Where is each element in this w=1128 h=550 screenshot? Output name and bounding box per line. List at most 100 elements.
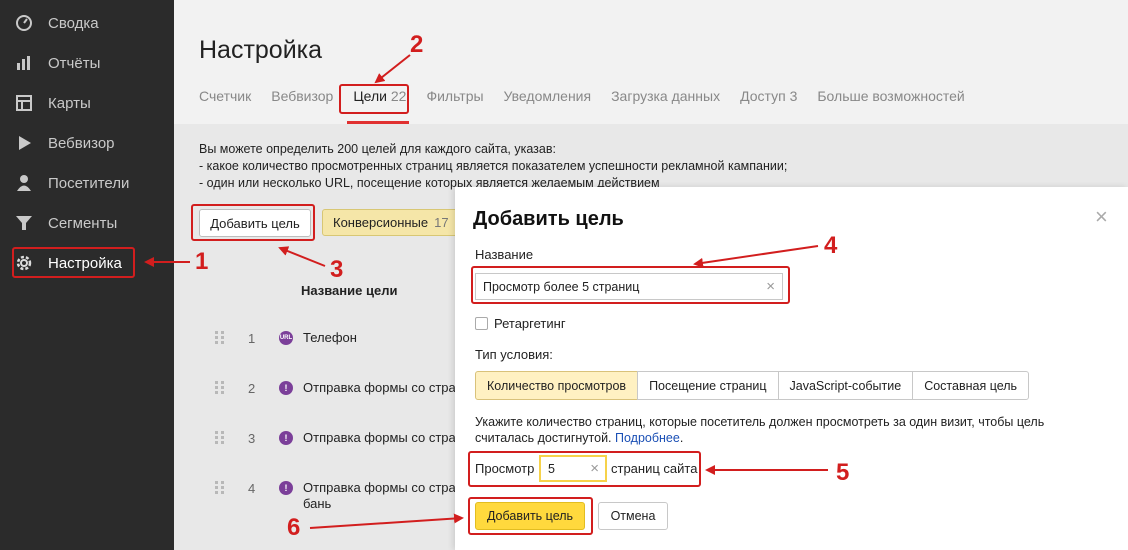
table-row[interactable]: 3 ! Отправка формы со страни <box>214 430 474 480</box>
sidebar-item-settings[interactable]: Настройка <box>14 248 122 278</box>
page-title: Настройка <box>199 36 323 64</box>
hint-end: . <box>679 431 684 445</box>
goal-name-input[interactable]: Просмотр более 5 страниц × <box>475 273 783 300</box>
tab-webvisor[interactable]: Вебвизор <box>271 88 333 104</box>
row-number: 4 <box>248 481 256 496</box>
exclamation-icon: ! <box>279 431 293 445</box>
condition-option-js-event[interactable]: JavaScript-событие <box>777 371 914 400</box>
tab-label: Уведомления <box>503 88 592 104</box>
chip-count: 17 <box>434 215 449 230</box>
sidebar: Сводка Отчёты Карты Вебвизор Посетители … <box>0 0 174 550</box>
url-icon: URL <box>279 331 293 345</box>
condition-option-composite[interactable]: Составная цель <box>912 371 1030 400</box>
goal-name[interactable]: Отправка формы со страни <box>303 430 470 446</box>
sidebar-item-label: Сводка <box>48 14 99 32</box>
row-number: 2 <box>248 381 256 396</box>
retargeting-label[interactable]: Ретаргетинг <box>494 316 566 331</box>
condition-type-label: Тип условия: <box>475 347 553 362</box>
retargeting-checkbox[interactable] <box>475 317 488 330</box>
tab-count: 3 <box>789 88 798 104</box>
annotation-number-3: 3 <box>330 256 344 283</box>
table-row[interactable]: 1 URL Телефон <box>214 330 474 380</box>
dialog-title: Добавить цель <box>473 208 624 230</box>
condition-option-page-views[interactable]: Количество просмотров <box>475 371 639 400</box>
goal-name[interactable]: Отправка формы со страни <box>303 380 470 396</box>
name-label: Название <box>475 247 534 262</box>
sidebar-item-webvisor[interactable]: Вебвизор <box>14 128 115 158</box>
more-info-link[interactable]: Подробнее <box>615 431 680 445</box>
submit-goal-button[interactable]: Добавить цель <box>475 502 585 530</box>
views-suffix-label: страниц сайта <box>611 461 698 476</box>
drag-handle-icon[interactable] <box>214 380 226 396</box>
views-prefix-label: Просмотр <box>475 461 535 476</box>
sidebar-item-visitors[interactable]: Посетители <box>14 168 129 198</box>
tab-label: Цели <box>353 88 387 104</box>
map-icon <box>14 93 34 113</box>
tab-label: Доступ <box>740 88 786 104</box>
drag-handle-icon[interactable] <box>214 330 226 346</box>
tab-label: Загрузка данных <box>611 88 721 104</box>
sidebar-item-label: Отчёты <box>48 54 101 72</box>
annotation-number-2: 2 <box>410 31 424 58</box>
tab-more[interactable]: Больше возможностей <box>817 88 964 104</box>
annotation-number-1: 1 <box>195 248 209 275</box>
sidebar-item-label: Карты <box>48 94 91 112</box>
goal-name[interactable]: Телефон <box>303 330 357 346</box>
sidebar-item-summary[interactable]: Сводка <box>14 8 99 38</box>
tab-filters[interactable]: Фильтры <box>426 88 483 104</box>
exclamation-icon: ! <box>279 481 293 495</box>
goal-name-line: бань <box>303 496 332 511</box>
gear-icon <box>14 253 34 273</box>
tab-label: Больше возможностей <box>817 88 965 104</box>
user-icon <box>14 173 34 193</box>
sidebar-item-label: Вебвизор <box>48 134 115 152</box>
row-number: 1 <box>248 331 256 346</box>
tab-goals[interactable]: Цели 22 <box>353 88 406 104</box>
page-count-input[interactable]: 5 × <box>539 455 607 482</box>
exclamation-icon: ! <box>279 381 293 395</box>
drag-handle-icon[interactable] <box>214 480 226 496</box>
goal-name-column-header: Название цели <box>301 283 398 298</box>
annotation-number-4: 4 <box>824 232 838 259</box>
condition-option-page-visit[interactable]: Посещение страниц <box>637 371 779 400</box>
add-goal-button[interactable]: Добавить цель <box>199 209 311 237</box>
tab-data-upload[interactable]: Загрузка данных <box>611 88 720 104</box>
filter-icon <box>14 213 34 233</box>
table-row[interactable]: 2 ! Отправка формы со страни <box>214 380 474 430</box>
tabs-bar: Счетчик Вебвизор Цели 22 Фильтры Уведомл… <box>199 88 985 104</box>
tab-label: Вебвизор <box>271 88 334 104</box>
intro-text: Вы можете определить 200 целей для каждо… <box>199 141 787 192</box>
tab-count: 22 <box>390 88 407 104</box>
hint-text: Укажите количество страниц, которые посе… <box>475 415 1045 445</box>
clear-icon[interactable]: × <box>590 460 599 477</box>
annotation-number-5: 5 <box>836 459 850 486</box>
sidebar-item-segments[interactable]: Сегменты <box>14 208 117 238</box>
tab-counter[interactable]: Счетчик <box>199 88 251 104</box>
tab-notifications[interactable]: Уведомления <box>504 88 592 104</box>
cancel-button[interactable]: Отмена <box>598 502 668 530</box>
gauge-icon <box>14 13 34 33</box>
play-icon <box>14 133 34 153</box>
add-goal-dialog: Добавить цель × Название Просмотр более … <box>455 187 1128 550</box>
sidebar-item-label: Сегменты <box>48 214 118 232</box>
clear-icon[interactable]: × <box>766 278 775 295</box>
conversion-filter-chip[interactable]: Конверсионные 17 <box>322 209 460 236</box>
sidebar-item-label: Настройка <box>48 254 122 272</box>
table-row[interactable]: 4 ! Отправка формы со страни бань <box>214 480 474 530</box>
page-count-value: 5 <box>548 461 555 476</box>
sidebar-item-reports[interactable]: Отчёты <box>14 48 100 78</box>
drag-handle-icon[interactable] <box>214 430 226 446</box>
intro-line: Вы можете определить 200 целей для каждо… <box>199 142 556 156</box>
goal-name-line: Отправка формы со страни <box>303 480 471 495</box>
close-icon[interactable]: × <box>1095 206 1108 228</box>
condition-type-selector: Количество просмотров Посещение страниц … <box>475 371 1030 400</box>
sidebar-item-label: Посетители <box>48 174 130 192</box>
chip-label: Конверсионные <box>333 215 429 230</box>
goal-name-value: Просмотр более 5 страниц <box>483 279 640 294</box>
row-number: 3 <box>248 431 256 446</box>
goal-name[interactable]: Отправка формы со страни бань <box>303 480 470 512</box>
tab-access[interactable]: Доступ 3 <box>740 88 797 104</box>
condition-hint: Укажите количество страниц, которые посе… <box>475 414 1075 446</box>
sidebar-item-maps[interactable]: Карты <box>14 88 91 118</box>
tab-label: Фильтры <box>426 88 484 104</box>
